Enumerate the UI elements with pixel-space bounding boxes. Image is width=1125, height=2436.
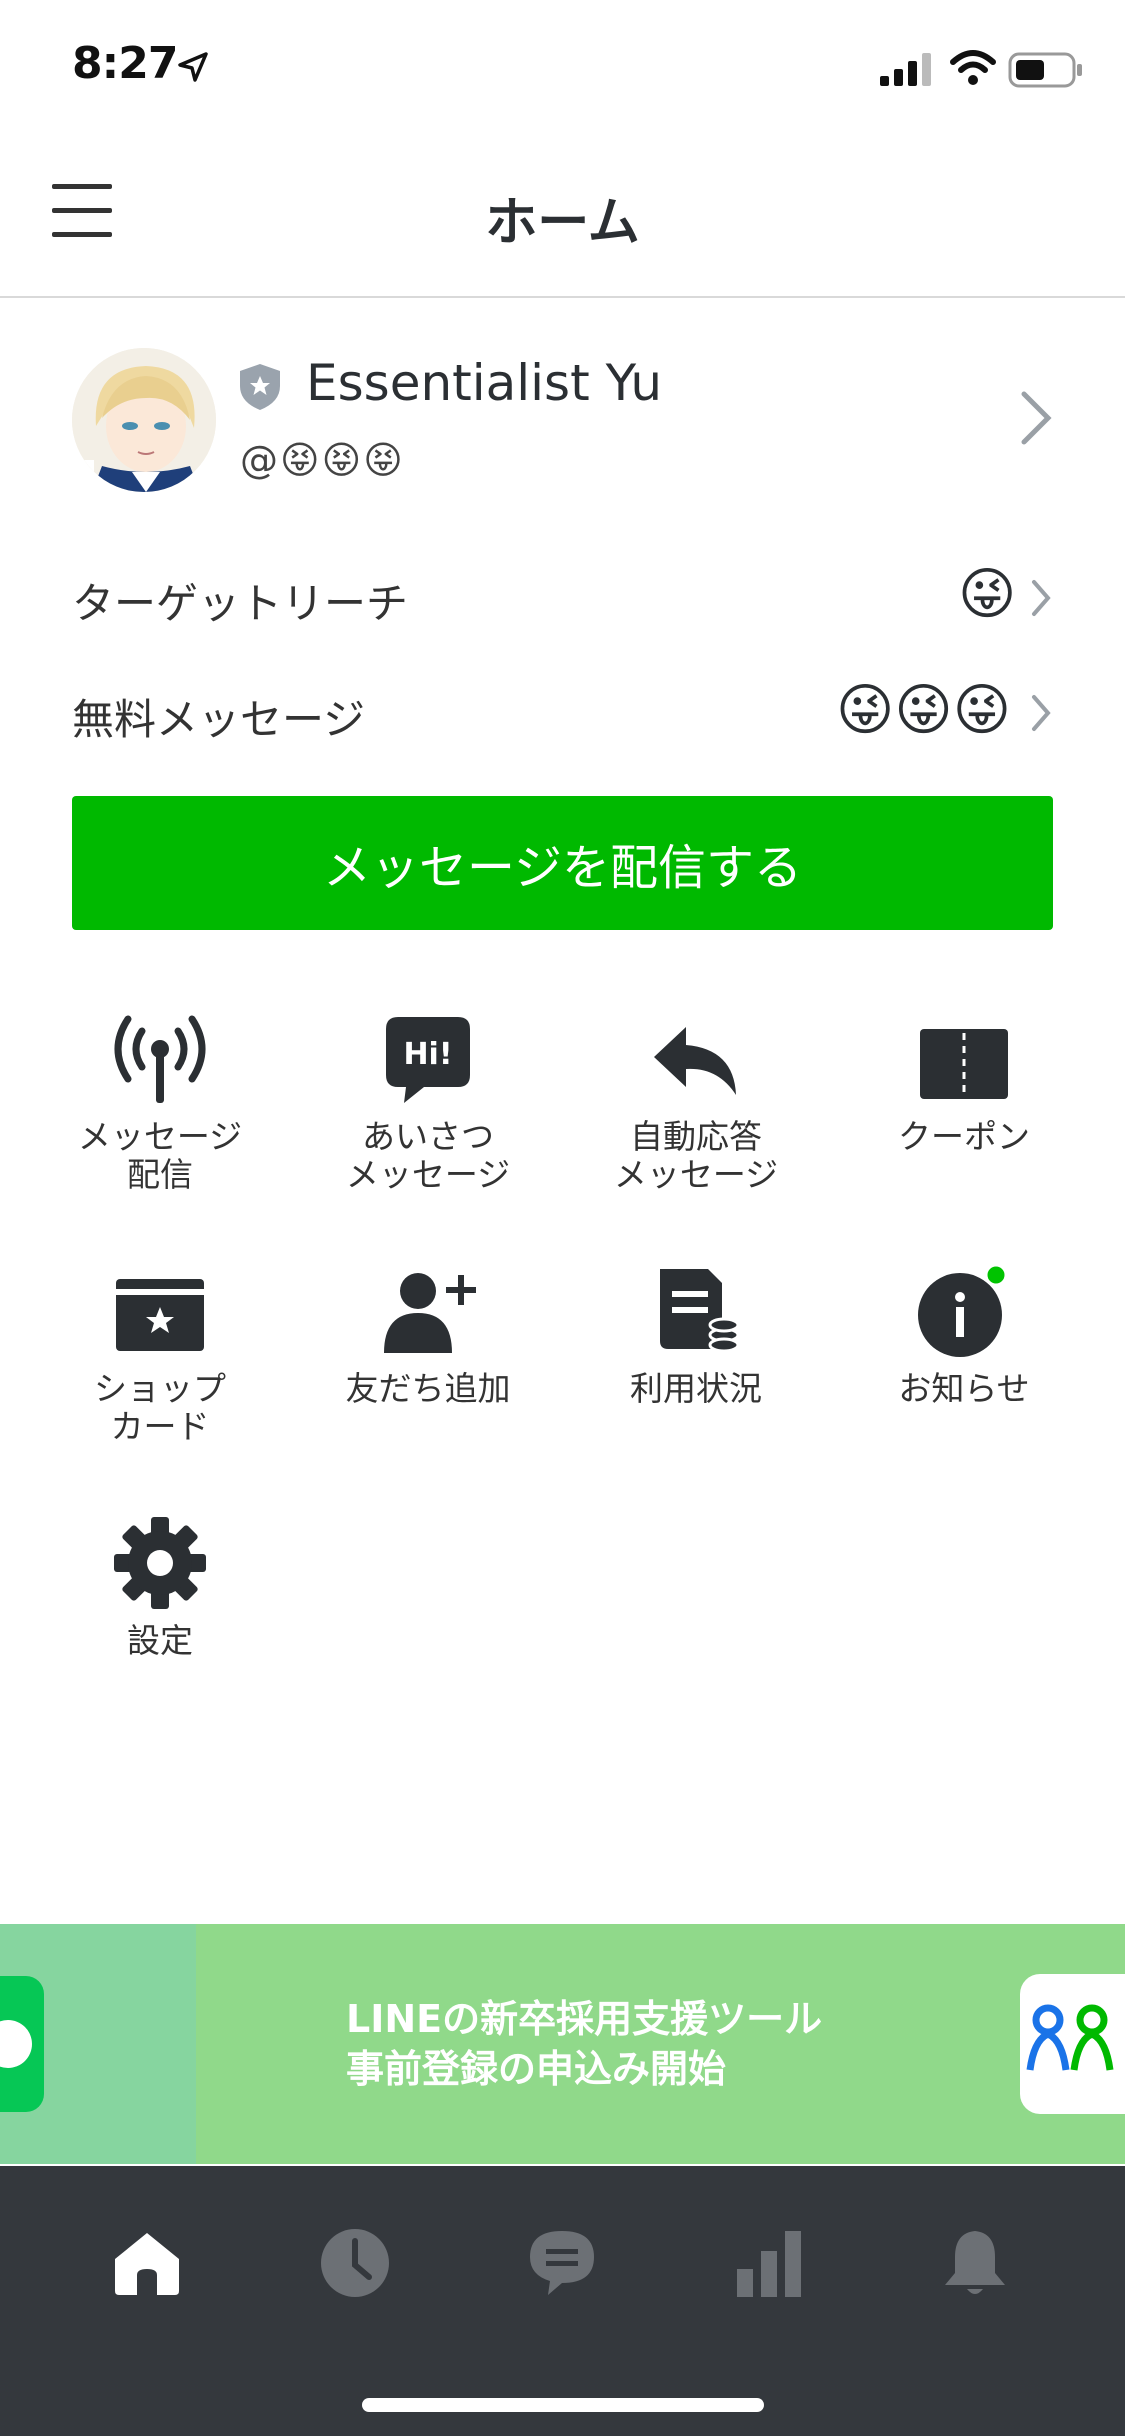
feature-label: クーポン — [898, 1117, 1030, 1156]
feature-shop-card[interactable]: ショップ カード — [26, 1256, 294, 1446]
broadcast-icon — [114, 1015, 206, 1103]
hi-bubble-icon: Hi! — [386, 1017, 470, 1103]
home-icon — [115, 2233, 179, 2295]
target-reach-label: ターゲットリーチ — [72, 579, 409, 628]
banner-line-2: 事前登録の申込み開始 — [346, 2047, 727, 2091]
free-messages-value: 😜😜😜 — [836, 678, 1012, 743]
bar-chart-icon — [737, 2231, 801, 2297]
people-logo-icon — [1026, 2004, 1114, 2071]
cellular-signal-icon — [880, 53, 931, 86]
account-id-emoji: 😝 — [321, 438, 362, 482]
feature-label: ショップ カード — [94, 1369, 226, 1446]
clock-icon — [321, 2229, 389, 2297]
send-message-button[interactable]: メッセージを配信する — [72, 796, 1053, 930]
account-id: @ 😝 😝 😝 — [240, 430, 403, 490]
banner-next-slide — [1020, 1974, 1125, 2114]
feature-coupon[interactable]: クーポン — [830, 1004, 1098, 1156]
account-id-emoji: 😝 — [363, 438, 403, 482]
free-messages-label: 無料メッセージ — [72, 695, 366, 744]
avatar-illustration — [72, 348, 216, 492]
chat-icon — [530, 2231, 594, 2295]
verified-shield-icon — [240, 364, 280, 410]
feature-label: メッセージ 配信 — [77, 1117, 243, 1194]
feature-news[interactable]: お知らせ — [830, 1256, 1098, 1408]
feature-label: 利用状況 — [630, 1369, 762, 1408]
location-arrow-icon — [178, 52, 208, 82]
feature-greeting[interactable]: Hi! あいさつ メッセージ — [294, 1004, 562, 1194]
battery-icon — [1008, 52, 1082, 88]
coupon-icon — [920, 1029, 1008, 1099]
header-divider — [0, 296, 1125, 298]
target-reach-value: 😜 — [958, 562, 1017, 627]
account-id-emoji: 😝 — [280, 438, 320, 482]
feature-add-friend[interactable]: 友だち追加 — [294, 1256, 562, 1408]
feature-label: 友だち追加 — [345, 1369, 511, 1408]
feature-label: お知らせ — [898, 1369, 1030, 1408]
tab-chat[interactable] — [517, 2218, 607, 2308]
bell-icon — [945, 2231, 1005, 2294]
feature-label: 設定 — [127, 1621, 193, 1660]
feature-label: あいさつ メッセージ — [345, 1117, 511, 1194]
chevron-right-icon — [1032, 695, 1051, 731]
info-icon — [918, 1263, 1008, 1357]
tab-home[interactable] — [102, 2218, 192, 2308]
reply-arrow-icon — [654, 1027, 736, 1095]
gear-icon — [114, 1517, 206, 1609]
account-id-prefix: @ — [240, 438, 278, 482]
svg-text:Hi!: Hi! — [403, 1037, 452, 1072]
notification-dot — [984, 1263, 1008, 1287]
feature-auto-reply[interactable]: 自動応答 メッセージ — [562, 1004, 830, 1194]
feature-settings[interactable]: 設定 — [26, 1508, 294, 1660]
feature-label: 自動応答 メッセージ — [613, 1117, 779, 1194]
tab-notifications[interactable] — [930, 2218, 1020, 2308]
tab-stats[interactable] — [724, 2218, 814, 2308]
banner-prev-slide — [0, 1924, 196, 2164]
chevron-right-icon — [1021, 391, 1052, 445]
chevron-right-icon — [1032, 580, 1051, 616]
shop-card-icon — [116, 1279, 204, 1351]
status-time: 8:27 — [72, 38, 178, 89]
account-name: Essentialist Yu — [306, 354, 663, 412]
wifi-icon — [950, 50, 996, 85]
usage-icon — [660, 1269, 740, 1353]
tab-history[interactable] — [310, 2218, 400, 2308]
avatar[interactable] — [72, 348, 216, 492]
feature-usage[interactable]: 利用状況 — [562, 1256, 830, 1408]
banner-text: LINEの新卒採用支援ツール 事前登録の申込み開始 — [346, 1994, 822, 2094]
add-friend-icon — [384, 1273, 476, 1353]
banner-line-1: LINEの新卒採用支援ツール — [346, 1997, 823, 2041]
promo-banner[interactable]: LINEの新卒採用支援ツール 事前登録の申込み開始 — [0, 1924, 1125, 2164]
bottom-tab-bar — [0, 2166, 1125, 2436]
home-indicator — [362, 2398, 764, 2412]
page-title: ホーム — [485, 193, 640, 253]
feature-broadcast[interactable]: メッセージ 配信 — [26, 1004, 294, 1194]
